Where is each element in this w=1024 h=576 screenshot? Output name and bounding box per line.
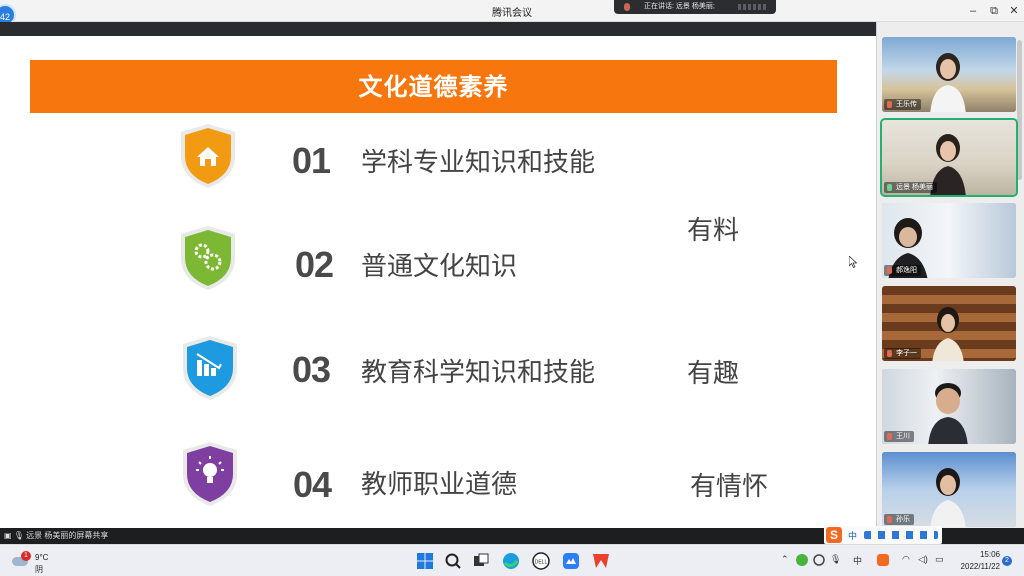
house-icon xyxy=(181,124,235,188)
sogou-ime-icon[interactable]: S xyxy=(826,527,842,543)
ime-tray-icon[interactable]: 中 xyxy=(853,554,862,567)
participant-video xyxy=(932,307,964,361)
participant-name: 远景 杨美丽 xyxy=(884,182,937,193)
participant-name: 王川 xyxy=(884,431,914,442)
participant-name: 孙乐 xyxy=(884,514,914,525)
windows-start-icon[interactable] xyxy=(415,551,435,571)
battery-icon[interactable]: ▭ xyxy=(935,554,944,565)
wifi-icon[interactable]: ◠ xyxy=(902,554,910,565)
item-label-4: 教师职业道德 xyxy=(361,470,518,500)
svg-text:DELL: DELL xyxy=(535,560,548,566)
item-number-2: 02 xyxy=(295,244,334,285)
mouse-cursor-icon xyxy=(849,256,857,268)
clock-time: 15:06 xyxy=(979,550,1000,559)
system-clock[interactable]: 15:06 2022/11/22 xyxy=(948,549,1000,573)
lightbulb-icon xyxy=(183,442,237,506)
bar-chart-icon xyxy=(183,336,237,400)
wechat-tray-icon[interactable] xyxy=(795,553,809,567)
wps-office-icon[interactable] xyxy=(591,551,611,571)
participant-tile[interactable]: 王乐传 xyxy=(882,37,1016,112)
mic-muted-icon xyxy=(887,267,892,274)
slide-banner: 文化道德素养 xyxy=(30,60,837,113)
item-label-3: 教育科学知识和技能 xyxy=(361,358,596,388)
participant-tile[interactable]: 王川 xyxy=(882,369,1016,444)
side-label-1: 有料 xyxy=(687,216,740,246)
mic-muted-icon xyxy=(887,516,892,523)
item-number-1: 01 xyxy=(292,140,331,181)
participant-video xyxy=(930,468,966,527)
gears-icon xyxy=(181,226,235,290)
title-bar: 腾讯会议 – ⧉ ✕ xyxy=(0,0,1024,22)
ime-tools-icons[interactable] xyxy=(864,531,938,539)
participant-name: 郝逸阳 xyxy=(884,265,921,276)
tencent-meeting-icon[interactable] xyxy=(561,551,581,571)
participant-name: 李子一 xyxy=(884,348,921,359)
sync-tray-icon[interactable] xyxy=(812,553,826,567)
mic-muted-icon xyxy=(887,101,892,108)
task-view-icon[interactable] xyxy=(471,551,491,571)
participant-video xyxy=(928,383,968,444)
item-number-4: 04 xyxy=(293,464,332,505)
speaking-indicator: 正在讲话: 远景 杨美丽; xyxy=(614,0,776,14)
show-hidden-icons-chevron-icon[interactable]: ⌃ xyxy=(781,554,789,565)
item-number-3: 03 xyxy=(292,349,331,390)
edge-browser-icon[interactable] xyxy=(501,551,521,571)
weather-condition: 阴 xyxy=(35,565,43,574)
mic-muted-icon xyxy=(887,350,892,357)
mic-muted-icon xyxy=(887,433,892,440)
shared-slide: 文化道德素养 01 学科专业知识和技能 02 普通文化知识 03 教育科学知识和… xyxy=(0,36,876,528)
search-icon[interactable] xyxy=(443,551,463,571)
ime-toolbar[interactable]: S 中 xyxy=(824,526,942,544)
restore-button[interactable]: ⧉ xyxy=(985,2,1003,20)
weather-badge: 1 xyxy=(21,551,31,561)
ime-mode[interactable]: 中 xyxy=(848,529,857,542)
participant-tile[interactable]: 孙乐 xyxy=(882,452,1016,527)
mic-icon xyxy=(624,3,630,11)
panel-scrollbar[interactable] xyxy=(1017,40,1022,180)
participant-tile[interactable]: 李子一 xyxy=(882,286,1016,361)
share-top-strip xyxy=(0,22,876,36)
close-button[interactable]: ✕ xyxy=(1005,2,1023,20)
window-title: 腾讯会议 xyxy=(492,8,532,19)
weather-widget[interactable]: 1 9°C 阴 xyxy=(12,551,52,574)
notification-badge[interactable]: 2 xyxy=(1002,556,1012,566)
side-label-2: 有趣 xyxy=(687,359,740,389)
slide-title: 文化道德素养 xyxy=(358,72,509,101)
participant-video xyxy=(930,53,966,112)
participant-tile[interactable]: 郝逸阳 xyxy=(882,203,1016,278)
dell-app-icon[interactable]: DELL xyxy=(531,551,551,571)
volume-icon[interactable]: ◁) xyxy=(918,554,928,565)
participant-tile-speaking[interactable]: 远景 杨美丽 xyxy=(880,118,1018,197)
microphone-tray-icon[interactable]: 🎙 xyxy=(830,554,841,565)
screen: 腾讯会议 – ⧉ ✕ 42 正在讲话: 远景 杨美丽; 文化道德素养 01 学科… xyxy=(0,0,1024,576)
item-label-1: 学科专业知识和技能 xyxy=(361,148,596,178)
participant-name: 王乐传 xyxy=(884,99,921,110)
clock-date: 2022/11/22 xyxy=(960,562,1000,571)
sogou-tray-icon[interactable] xyxy=(876,553,890,567)
minimize-button[interactable]: – xyxy=(964,2,982,20)
speaking-text: 正在讲话: 远景 杨美丽; xyxy=(644,3,715,10)
screen-share-label: ▣ 🎙 远景 杨美丽的屏幕共享 xyxy=(4,531,109,540)
mic-active-icon xyxy=(887,184,892,191)
side-label-3: 有情怀 xyxy=(690,472,769,502)
taskbar: 1 9°C 阴 DELL ⌃ 🎙 中 ◠ ◁) ▭ 15:06 2022/11/… xyxy=(0,544,1024,576)
temperature: 9°C xyxy=(35,553,49,562)
audio-wave-icon xyxy=(738,4,768,10)
item-label-2: 普通文化知识 xyxy=(361,252,518,282)
